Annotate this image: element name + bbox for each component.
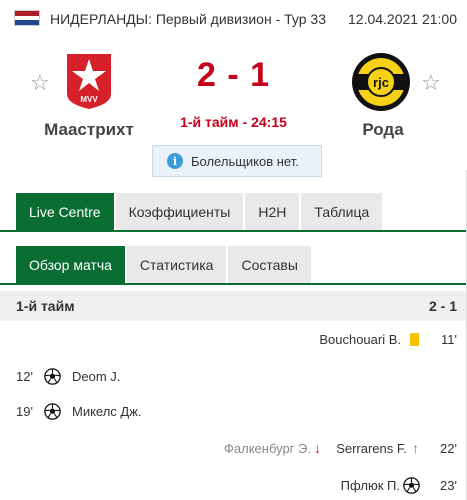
sub-in-player[interactable]: Serrarens F. [336,441,407,456]
event-player[interactable]: Микелс Дж. [72,404,142,419]
match-header-bar: НИДЕРЛАНДЫ: Первый дивизион - Тур 33 12.… [0,0,467,38]
event-minute: 22' [440,441,457,456]
sub-out-player[interactable]: Фалкенбург Э. [224,441,311,456]
first-half-header: 1-й тайм 2 - 1 [0,291,467,321]
tab-match-summary[interactable]: Обзор матча [16,246,125,284]
ball-icon [403,477,420,494]
league-link[interactable]: НИДЕРЛАНДЫ: Первый дивизион - Тур 33 [50,11,326,27]
home-logo-text: MVV [80,95,98,104]
event-minute: 11' [441,332,457,347]
event-row: Пфлюк П. 23' [0,473,467,499]
sub-tabs-underline [0,283,467,285]
section-score: 2 - 1 [428,298,457,314]
ball-icon [44,368,61,385]
tab-odds[interactable]: Коэффициенты [115,193,244,231]
ball-icon [44,403,61,420]
main-tabs-underline [0,230,467,232]
section-title: 1-й тайм [16,298,75,314]
event-minute: 12' [16,369,33,384]
event-row: Bouchouari B. 11' [0,327,467,353]
event-player[interactable]: Пфлюк П. [341,478,400,493]
event-row: 19' Микелс Дж. [0,399,467,425]
sub-tabs: Обзор матча Статистика Составы [16,246,313,284]
info-icon: i [167,153,183,169]
tab-h2h[interactable]: H2H [245,193,300,231]
tab-live-centre[interactable]: Live Centre [16,193,114,231]
arrow-up-icon: ↑ [412,440,419,456]
main-tabs: Live Centre Коэффициенты H2H Таблица [16,193,384,231]
match-status: 1-й тайм - 24:15 [180,114,287,130]
event-minute: 23' [440,478,457,493]
notice-text: Болельщиков нет. [191,153,299,169]
match-datetime: 12.04.2021 21:00 [348,11,457,27]
event-player[interactable]: Deom J. [72,369,120,384]
tab-lineups[interactable]: Составы [228,246,311,284]
event-minute: 19' [16,404,33,419]
netherlands-flag-icon [14,10,40,26]
tab-standings[interactable]: Таблица [301,193,383,231]
yellow-card-icon [410,333,419,346]
event-row: Фалкенбург Э. ↓ Serrarens F. ↑ 22' [0,436,467,462]
arrow-down-icon: ↓ [314,440,321,456]
event-row: 12' Deom J. [0,364,467,390]
tab-statistics[interactable]: Статистика [126,246,227,284]
match-score: 2 - 1 [196,56,271,94]
event-player[interactable]: Bouchouari B. [319,332,401,347]
info-notice: i Болельщиков нет. [152,145,322,177]
